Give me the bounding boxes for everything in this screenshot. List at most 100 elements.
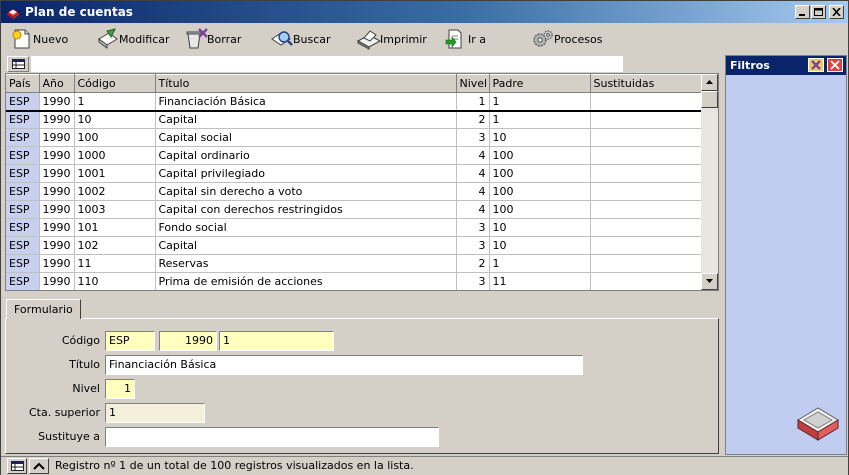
accounts-grid: País Año Código Título Nivel Padre Susti… (5, 73, 719, 291)
cell-codigo: 102 (74, 236, 156, 255)
nuevo-button[interactable]: Nuevo (9, 26, 68, 52)
cell-sustituidas (590, 164, 703, 183)
table-icon (12, 59, 25, 69)
cell-nivel: 4 (456, 200, 490, 219)
new-document-icon (12, 29, 30, 49)
filters-close-button[interactable] (827, 58, 843, 72)
table-icon (11, 461, 24, 471)
cell-sustituidas (590, 200, 703, 219)
cell-codigo: 100 (74, 128, 156, 147)
column-header-codigo[interactable]: Código (74, 74, 156, 93)
ir-a-button[interactable]: Ir a (444, 26, 486, 52)
cell-anio: 1990 (39, 182, 75, 201)
cell-pais: ESP (6, 92, 40, 112)
borrar-button[interactable]: Borrar (183, 26, 241, 52)
table-row[interactable]: ESP 1990 1002 Capital sin derecho a voto 4 10… (6, 182, 703, 201)
grid-vertical-scrollbar[interactable] (701, 74, 718, 290)
column-header-sustituidas[interactable]: Sustituidas (590, 74, 703, 93)
cell-padre: 100 (489, 164, 591, 183)
scroll-thumb[interactable] (701, 91, 718, 108)
column-header-pais[interactable]: País (6, 74, 40, 93)
titulo-field[interactable]: Financiación Básica (105, 355, 583, 375)
titulo-label: Título (69, 358, 100, 371)
table-row[interactable]: ESP 1990 10 Capital 2 1 (6, 110, 703, 129)
column-header-anio[interactable]: Año (39, 74, 75, 93)
cell-codigo: 1 (74, 92, 156, 112)
cell-codigo: 1001 (74, 164, 156, 183)
table-row[interactable]: ESP 1990 100 Capital social 3 10 (6, 128, 703, 147)
codigo-label: Código (61, 334, 100, 347)
cell-padre: 10 (489, 236, 591, 255)
quick-filter-input[interactable] (31, 56, 623, 72)
cell-sustituidas (590, 92, 703, 112)
window-title: Plan de cuentas (25, 5, 133, 19)
table-row[interactable]: ESP 1990 1001 Capital privilegiado 4 100 (6, 164, 703, 183)
column-header-titulo[interactable]: Título (155, 74, 457, 93)
tab-formulario[interactable]: Formulario (6, 299, 81, 319)
table-row[interactable]: ESP 1990 1003 Capital con derechos restring… (6, 200, 703, 219)
procesos-button[interactable]: Procesos (530, 26, 602, 52)
codigo-pais-field[interactable]: ESP (105, 331, 155, 351)
maximize-button[interactable] (811, 5, 826, 19)
cta-superior-field[interactable]: 1 (105, 403, 205, 423)
cell-nivel: 3 (456, 218, 490, 237)
codigo-codigo-field[interactable]: 1 (219, 331, 334, 351)
cell-codigo: 10 (74, 110, 156, 129)
cell-titulo: Prima de emisión de acciones (155, 272, 457, 290)
buscar-button[interactable]: Buscar (269, 26, 331, 52)
cell-sustituidas (590, 182, 703, 201)
filters-header: Filtros (726, 56, 846, 75)
table-row[interactable]: ESP 1990 1 Financiación Básica 1 1 (6, 92, 703, 112)
modificar-button[interactable]: Modificar (95, 26, 170, 52)
table-row[interactable]: ESP 1990 101 Fondo social 3 10 (6, 218, 703, 237)
cell-anio: 1990 (39, 164, 75, 183)
cta-superior-row: Cta. superior 1 (6, 403, 720, 423)
cta-superior-label: Cta. superior (28, 406, 100, 419)
nivel-field[interactable]: 1 (105, 379, 135, 399)
filters-clear-button[interactable] (808, 58, 824, 72)
close-button[interactable] (829, 5, 844, 19)
chevron-up-icon (33, 462, 45, 470)
cell-sustituidas (590, 218, 703, 237)
cell-pais: ESP (6, 254, 40, 273)
table-row[interactable]: ESP 1990 1000 Capital ordinario 4 100 (6, 146, 703, 165)
filters-title: Filtros (730, 59, 770, 72)
cell-pais: ESP (6, 182, 40, 201)
cell-sustituidas (590, 128, 703, 147)
scroll-down-button[interactable] (701, 273, 718, 290)
cell-anio: 1990 (39, 236, 75, 255)
sustituye-field[interactable] (105, 427, 439, 447)
edit-icon (98, 28, 118, 49)
column-chooser-button[interactable] (7, 56, 29, 72)
cell-titulo: Capital (155, 236, 457, 255)
close-icon (832, 8, 841, 16)
column-header-padre[interactable]: Padre (489, 74, 591, 93)
title-bar[interactable]: Plan de cuentas (1, 1, 848, 23)
codigo-row: Código ESP 1990 1 (6, 331, 720, 351)
imprimir-button[interactable]: Imprimir (356, 26, 427, 52)
column-header-nivel[interactable]: Nivel (456, 74, 490, 93)
status-list-button[interactable] (7, 458, 27, 474)
cell-anio: 1990 (39, 92, 75, 112)
scroll-up-button[interactable] (701, 74, 718, 91)
cell-nivel: 2 (456, 110, 490, 129)
table-row[interactable]: ESP 1990 102 Capital 3 10 (6, 236, 703, 255)
arrow-down-icon (706, 279, 713, 283)
accounts-table: País Año Código Título Nivel Padre Susti… (6, 74, 703, 290)
cell-nivel: 4 (456, 146, 490, 165)
titulo-row: Título Financiación Básica (6, 355, 720, 375)
cell-pais: ESP (6, 128, 40, 147)
cell-titulo: Capital sin derecho a voto (155, 182, 457, 201)
minimize-button[interactable] (795, 5, 810, 19)
table-row[interactable]: ESP 1990 110 Prima de emisión de acciones 3 1… (6, 272, 703, 290)
table-row[interactable]: ESP 1990 11 Reservas 2 1 (6, 254, 703, 273)
nivel-row: Nivel 1 (6, 379, 720, 399)
main-window: Plan de cuentas Nuevo Modificar Borrar B… (0, 0, 849, 475)
cell-nivel: 4 (456, 182, 490, 201)
goto-icon (445, 29, 462, 49)
cell-nivel: 4 (456, 164, 490, 183)
cell-pais: ESP (6, 164, 40, 183)
codigo-anio-field[interactable]: 1990 (159, 331, 217, 351)
grid-form-splitter[interactable] (5, 293, 719, 297)
status-collapse-button[interactable] (29, 458, 49, 474)
